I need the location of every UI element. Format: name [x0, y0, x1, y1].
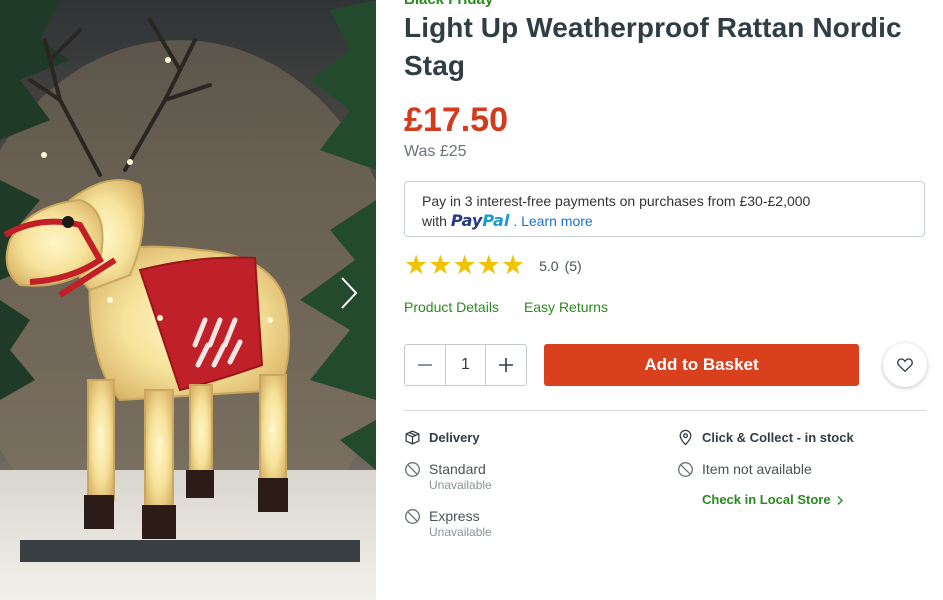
- rating-score: 5.0: [539, 257, 559, 274]
- section-divider: [404, 410, 926, 411]
- paypal-text: Pay in 3 interest-free payments on purch…: [422, 193, 811, 209]
- standard-delivery-option: Standard Unavailable: [404, 461, 492, 493]
- star-icon: ★: [476, 250, 501, 281]
- check-local-store-label: Check in Local Store: [702, 492, 831, 507]
- express-delivery-option: Express Unavailable: [404, 508, 492, 540]
- product-title: Light Up Weatherproof Rattan Nordic Stag: [404, 12, 902, 81]
- product-image[interactable]: [0, 0, 376, 600]
- express-delivery-label: Express: [429, 508, 480, 524]
- star-icon: ★: [428, 250, 453, 281]
- paypal-logo: PayPal: [451, 211, 509, 231]
- rating-count: (5): [564, 257, 582, 274]
- paypal-logo-pal: Pal: [482, 211, 510, 230]
- paypal-logo-pay: Pay: [450, 211, 483, 230]
- plus-icon: [499, 358, 513, 372]
- location-pin-icon: [679, 429, 692, 445]
- image-next-button[interactable]: [340, 276, 370, 316]
- item-availability-status: Item not available: [702, 461, 812, 477]
- product-rating[interactable]: ★ ★ ★ ★ ★ 5.0 (5): [404, 252, 582, 279]
- paypal-banner: Pay in 3 interest-free payments on purch…: [404, 181, 925, 237]
- reindeer-illustration: [0, 0, 376, 600]
- collect-availability: Item not available: [677, 461, 854, 478]
- chevron-right-icon: [341, 277, 358, 309]
- quantity-input[interactable]: 1: [445, 345, 486, 385]
- quantity-stepper: 1: [404, 344, 527, 386]
- heart-icon: [897, 358, 913, 372]
- unavailable-icon: [405, 462, 420, 477]
- wishlist-button[interactable]: [883, 343, 927, 387]
- express-delivery-status: Unavailable: [429, 525, 492, 539]
- package-icon: [405, 429, 420, 445]
- unavailable-icon: [405, 509, 420, 524]
- was-price: Was £25: [404, 143, 467, 160]
- product-price: £17.50: [404, 101, 508, 139]
- click-collect-heading: Click & Collect - in stock: [677, 428, 854, 446]
- paypal-with: with: [422, 213, 447, 229]
- click-collect-heading-label: Click & Collect - in stock: [702, 429, 854, 445]
- minus-icon: [418, 364, 432, 366]
- product-details-link[interactable]: Product Details: [404, 299, 499, 315]
- star-rating: ★ ★ ★ ★ ★: [404, 252, 525, 279]
- standard-delivery-label: Standard: [429, 461, 486, 477]
- product-links: Product Details Easy Returns: [404, 299, 608, 315]
- unavailable-icon: [678, 462, 693, 477]
- paypal-line: with PayPal. Learn more: [422, 211, 924, 231]
- star-icon: ★: [452, 250, 477, 281]
- promo-badge: Black Friday: [404, 0, 493, 8]
- decrease-quantity-button[interactable]: [405, 345, 445, 385]
- increase-quantity-button[interactable]: [486, 345, 526, 385]
- add-to-basket-button[interactable]: Add to Basket: [544, 344, 859, 386]
- star-icon: ★: [404, 250, 429, 281]
- paypal-learn-more-link[interactable]: . Learn more: [513, 211, 592, 231]
- star-icon: ★: [500, 250, 526, 281]
- chevron-right-small-icon: [837, 495, 843, 505]
- delivery-section: Delivery Standard Unavailable Express Un…: [404, 428, 492, 540]
- standard-delivery-status: Unavailable: [429, 478, 492, 492]
- delivery-heading-label: Delivery: [429, 429, 480, 445]
- delivery-heading: Delivery: [404, 428, 492, 446]
- click-collect-section: Click & Collect - in stock Item not avai…: [677, 428, 854, 478]
- easy-returns-link[interactable]: Easy Returns: [524, 299, 608, 315]
- check-local-store-link[interactable]: Check in Local Store: [702, 492, 844, 507]
